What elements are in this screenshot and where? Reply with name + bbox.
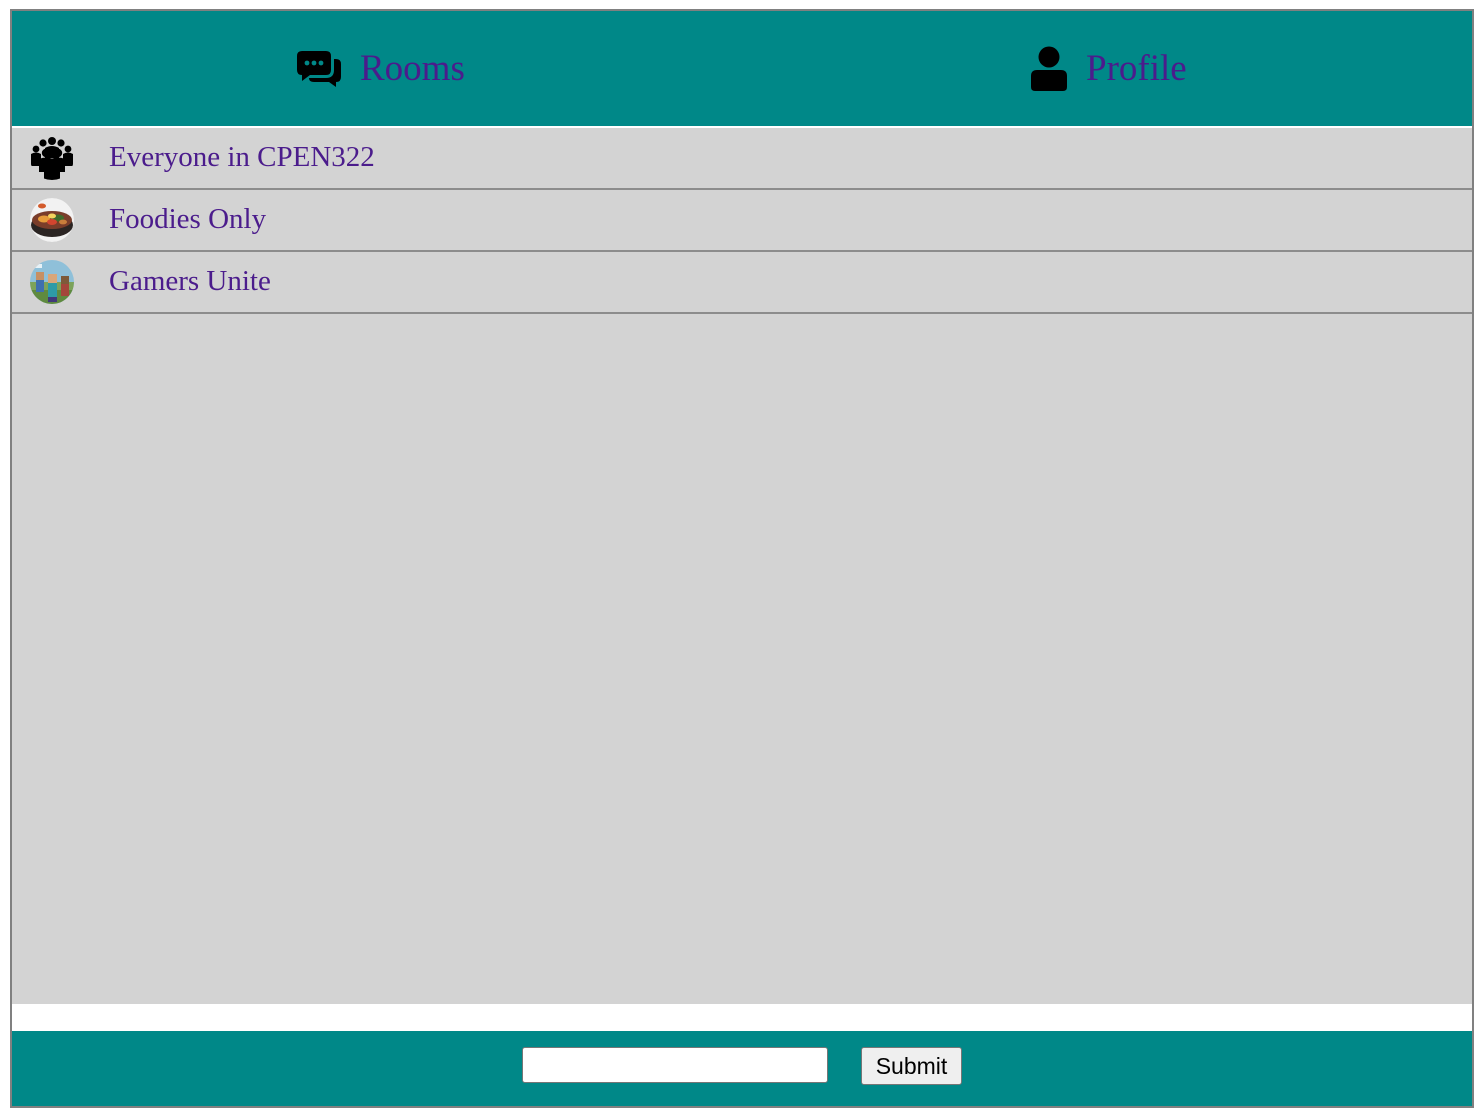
menu-rooms-label: Rooms xyxy=(360,48,465,89)
submit-button[interactable]: Submit xyxy=(861,1047,962,1085)
menu-rooms-link[interactable]: Rooms xyxy=(296,11,465,126)
room-item-everyone[interactable]: Everyone in CPEN322 xyxy=(12,128,1472,190)
room-name-input[interactable] xyxy=(522,1047,828,1083)
room-item-foodies[interactable]: Foodies Only xyxy=(12,190,1472,252)
game-characters-image xyxy=(30,260,74,304)
content-gap xyxy=(12,1004,1472,1031)
top-menu: Rooms Profile xyxy=(12,11,1472,126)
user-icon xyxy=(1030,46,1068,92)
food-bowl-image xyxy=(30,198,74,242)
menu-profile-link[interactable]: Profile xyxy=(1030,11,1187,126)
room-name: Gamers Unite xyxy=(109,264,271,297)
group-people-icon xyxy=(30,136,74,180)
footer-bar: Submit xyxy=(12,1031,1472,1106)
room-item-gamers[interactable]: Gamers Unite xyxy=(12,252,1472,314)
room-name: Foodies Only xyxy=(109,202,267,235)
room-list: Everyone in CPEN322 Foodies Only Gamers … xyxy=(12,128,1472,1004)
chat-bubbles-icon xyxy=(296,50,342,88)
room-name: Everyone in CPEN322 xyxy=(109,140,375,173)
app-container: Rooms Profile Everyone in CPEN322 Foodie… xyxy=(10,9,1474,1108)
menu-profile-label: Profile xyxy=(1086,48,1187,89)
